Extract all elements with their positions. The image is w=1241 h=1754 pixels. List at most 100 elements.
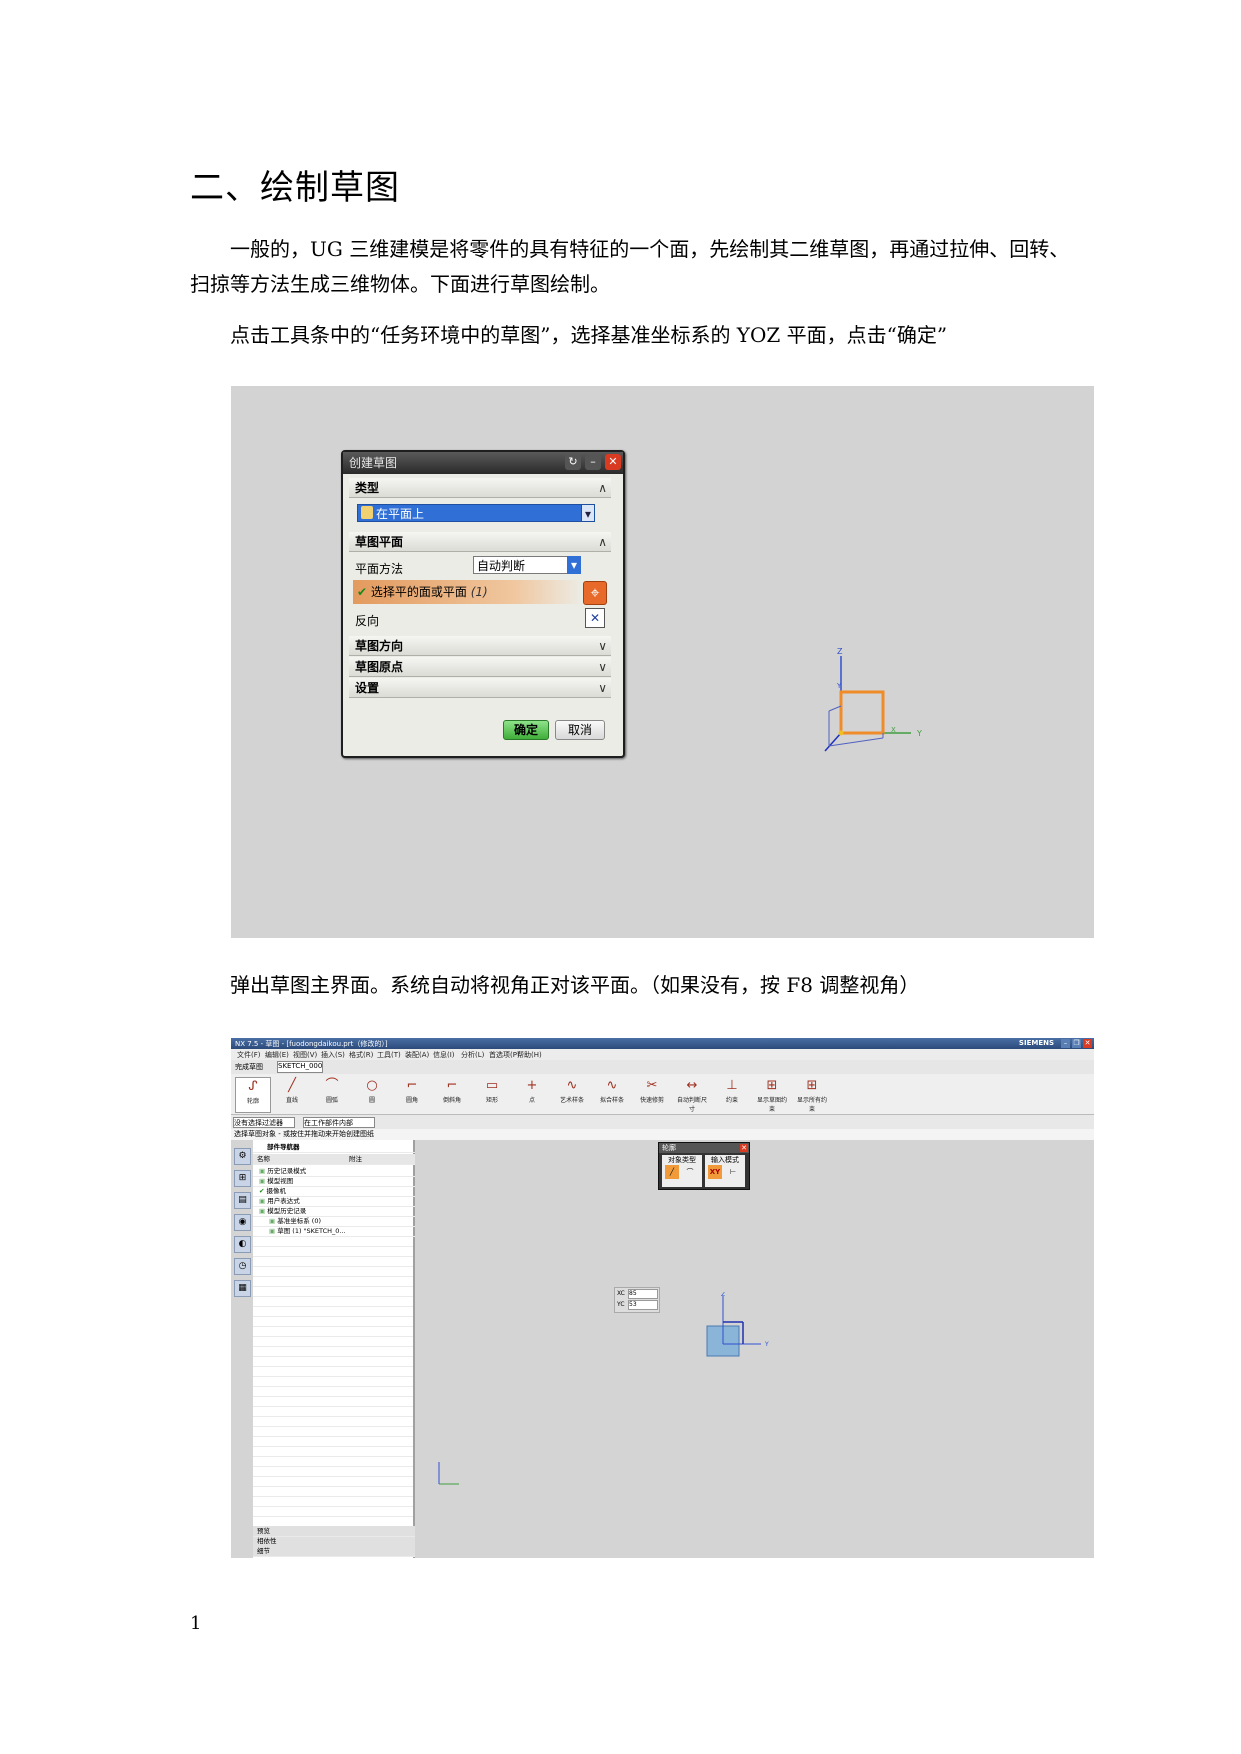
ribbon-button[interactable]: ↔ 自动判断尺寸	[675, 1077, 709, 1113]
chevron-down-icon: ∨	[598, 660, 607, 674]
input-mode-label: 输入模式	[711, 1156, 739, 1164]
history-icon[interactable]: ◷	[234, 1258, 251, 1275]
ribbon-button[interactable]: ᔑ 轮廓	[235, 1077, 271, 1113]
plane-method-value: 自动判断	[477, 559, 526, 573]
xc-field[interactable]: 85	[628, 1289, 658, 1299]
ribbon-button-label: 点	[528, 1097, 535, 1104]
menu-item[interactable]: 帮助(H)	[517, 1050, 542, 1060]
ribbon-button[interactable]: ╱ 直线	[275, 1077, 309, 1111]
system-materials-icon[interactable]: ▦	[234, 1280, 251, 1297]
tree-col-note: 附注	[349, 1155, 362, 1163]
ribbon-button-label: 圆	[368, 1097, 375, 1104]
scope-select[interactable]: 在工作部件内部	[303, 1117, 375, 1128]
minimize-icon[interactable]: –	[1061, 1039, 1070, 1048]
menu-item[interactable]: 工具(T)	[377, 1050, 401, 1060]
ribbon-button[interactable]: ⊥ 约束	[715, 1077, 749, 1111]
arc-mode-icon[interactable]: ⌒	[683, 1165, 697, 1179]
sketch-origin-header[interactable]: 草图原点 ∨	[349, 657, 611, 677]
ribbon-button-label: 圆弧	[325, 1097, 338, 1104]
yc-field[interactable]: 53	[628, 1300, 658, 1310]
sketch-name-field[interactable]: SKETCH_000	[277, 1061, 323, 1073]
ribbon-button[interactable]: ○ 圆	[355, 1077, 389, 1111]
object-type-label: 对象类型	[668, 1156, 696, 1164]
ribbon-button-label: 拟合样条	[599, 1097, 624, 1104]
assembly-navigator-icon[interactable]: ⚙	[234, 1148, 251, 1165]
menu-item[interactable]: 信息(I)	[433, 1050, 455, 1060]
reset-icon[interactable]: ↻	[565, 454, 581, 470]
restore-icon[interactable]: ❐	[1072, 1039, 1081, 1048]
menu-item[interactable]: 视图(V)	[293, 1050, 317, 1060]
ribbon-button[interactable]: ✂ 快速修剪	[635, 1077, 669, 1111]
details-panel[interactable]: 细节	[253, 1546, 417, 1557]
menu-item[interactable]: 插入(S)	[321, 1050, 345, 1060]
figure-create-sketch: 创建草图 ↻ – ✕ 类型 ∧ 在平面上 ▾ 草图平面 ∧ 平面方法 自动判断 …	[231, 386, 1094, 938]
cancel-button[interactable]: 取消	[555, 720, 605, 740]
sketch-origin-label: 草图原点	[355, 660, 404, 674]
ribbon-button[interactable]: ∿ 拟合样条	[595, 1077, 629, 1111]
chevron-down-icon: ∨	[598, 681, 607, 695]
line-mode-icon[interactable]: ╱	[665, 1165, 679, 1179]
tree-node-label: 草图 (1) "SKETCH_0...	[277, 1227, 346, 1235]
constraint-navigator-icon[interactable]: ⊞	[234, 1170, 251, 1187]
type-filter-select[interactable]: 没有选择过滤器	[233, 1117, 295, 1128]
select-face-row[interactable]: ✔ 选择平的面或平面 (1)	[353, 580, 583, 604]
menu-item[interactable]: 编辑(E)	[265, 1050, 289, 1060]
sketch-plane-header[interactable]: 草图平面 ∧	[349, 532, 611, 552]
menu-item[interactable]: 首选项(P)	[489, 1050, 520, 1060]
reuse-library-icon[interactable]: ◉	[234, 1214, 251, 1231]
result-paragraph: 弹出草图主界面。系统自动将视角正对该平面。（如果没有，按 F8 调整视角）	[230, 973, 920, 997]
ribbon-tool-icon: ⌐	[406, 1078, 418, 1093]
minimize-icon[interactable]: –	[585, 454, 601, 470]
ribbon-button-label: 快速修剪	[639, 1097, 664, 1104]
menu-item[interactable]: 文件(F)	[237, 1050, 261, 1060]
menu-item[interactable]: 装配(A)	[405, 1050, 429, 1060]
input-mode-group: 输入模式 XY ⊢	[705, 1155, 745, 1187]
xc-label: XC	[617, 1290, 625, 1297]
close-icon[interactable]: ✕	[740, 1144, 748, 1152]
reverse-direction-icon[interactable]: ✕	[585, 608, 605, 628]
profile-toolbar: 轮廓 ✕ 对象类型 ╱ ⌒ 输入模式 XY ⊢	[658, 1142, 750, 1190]
close-icon[interactable]: ✕	[1083, 1039, 1092, 1048]
part-navigator-icon[interactable]: ▤	[234, 1192, 251, 1209]
menu-item[interactable]: 格式(R)	[349, 1050, 373, 1060]
ribbon-button[interactable]: ▭ 矩形	[475, 1077, 509, 1111]
ribbon-button[interactable]: ∿ 艺术样条	[555, 1077, 589, 1111]
preview-panel[interactable]: 预览	[253, 1526, 417, 1537]
tree-node-label: 历史记录模式	[267, 1167, 307, 1175]
triad-icon	[438, 1462, 459, 1485]
ribbon-button[interactable]: ⌐ 倒斜角	[435, 1077, 469, 1111]
ribbon-tool-icon: ᔑ	[248, 1079, 258, 1094]
plane-type-icon	[361, 506, 373, 519]
settings-header[interactable]: 设置 ∨	[349, 678, 611, 698]
cue-line: 选择草图对象 - 或按住并拖动来开始创建图纸	[231, 1129, 1094, 1140]
ribbon-button[interactable]: + 点	[515, 1077, 549, 1111]
ribbon-button-label: 显示所有约束	[796, 1097, 827, 1113]
graphics-window[interactable]: 轮廓 ✕ 对象类型 ╱ ⌒ 输入模式 XY ⊢ XC 85 YC 53 Y Z	[415, 1140, 1094, 1558]
close-icon[interactable]: ✕	[605, 454, 621, 470]
ribbon-button[interactable]: ⊞ 显示所有约束	[795, 1077, 829, 1113]
type-section-header[interactable]: 类型 ∧	[349, 478, 611, 498]
xy-mode-icon[interactable]: XY	[708, 1165, 722, 1179]
parameter-mode-icon[interactable]: ⊢	[726, 1165, 740, 1179]
ribbon-button-label: 艺术样条	[559, 1097, 584, 1104]
ribbon-button[interactable]: ⊞ 显示草图约束	[755, 1077, 789, 1113]
ribbon-tool-icon: ∿	[606, 1078, 618, 1093]
ribbon-button[interactable]: ⌐ 圆角	[395, 1077, 429, 1111]
plane-method-select[interactable]: 自动判断 ▾	[473, 556, 581, 574]
menu-item[interactable]: 分析(L)	[461, 1050, 484, 1060]
nx-title-bar: NX 7.5 - 草图 - [fuodongdaikou.prt（修改的）] S…	[231, 1038, 1094, 1049]
type-select[interactable]: 在平面上 ▾	[357, 504, 595, 522]
intro-paragraph: 一般的，UG 三维建模是将零件的具有特征的一个面，先绘制其二维草图，再通过拉伸、…	[190, 237, 1070, 296]
select-face-count: (1)	[470, 585, 488, 599]
sketch-plane-label: 草图平面	[355, 535, 404, 549]
ok-button[interactable]: 确定	[503, 720, 549, 740]
z-axis-label: Z	[837, 647, 843, 656]
finish-sketch-button[interactable]: 完成草图	[235, 1062, 263, 1072]
ribbon-tool-icon: ∿	[566, 1078, 578, 1093]
sketch-direction-header[interactable]: 草图方向 ∨	[349, 636, 611, 656]
node-icon: ▣	[269, 1217, 278, 1225]
crosshair-select-icon[interactable]: ⌖	[583, 581, 607, 605]
web-browser-icon[interactable]: ◐	[234, 1236, 251, 1253]
ribbon-button[interactable]: ⌒ 圆弧	[315, 1077, 349, 1111]
plane-method-label: 平面方法	[355, 562, 404, 576]
